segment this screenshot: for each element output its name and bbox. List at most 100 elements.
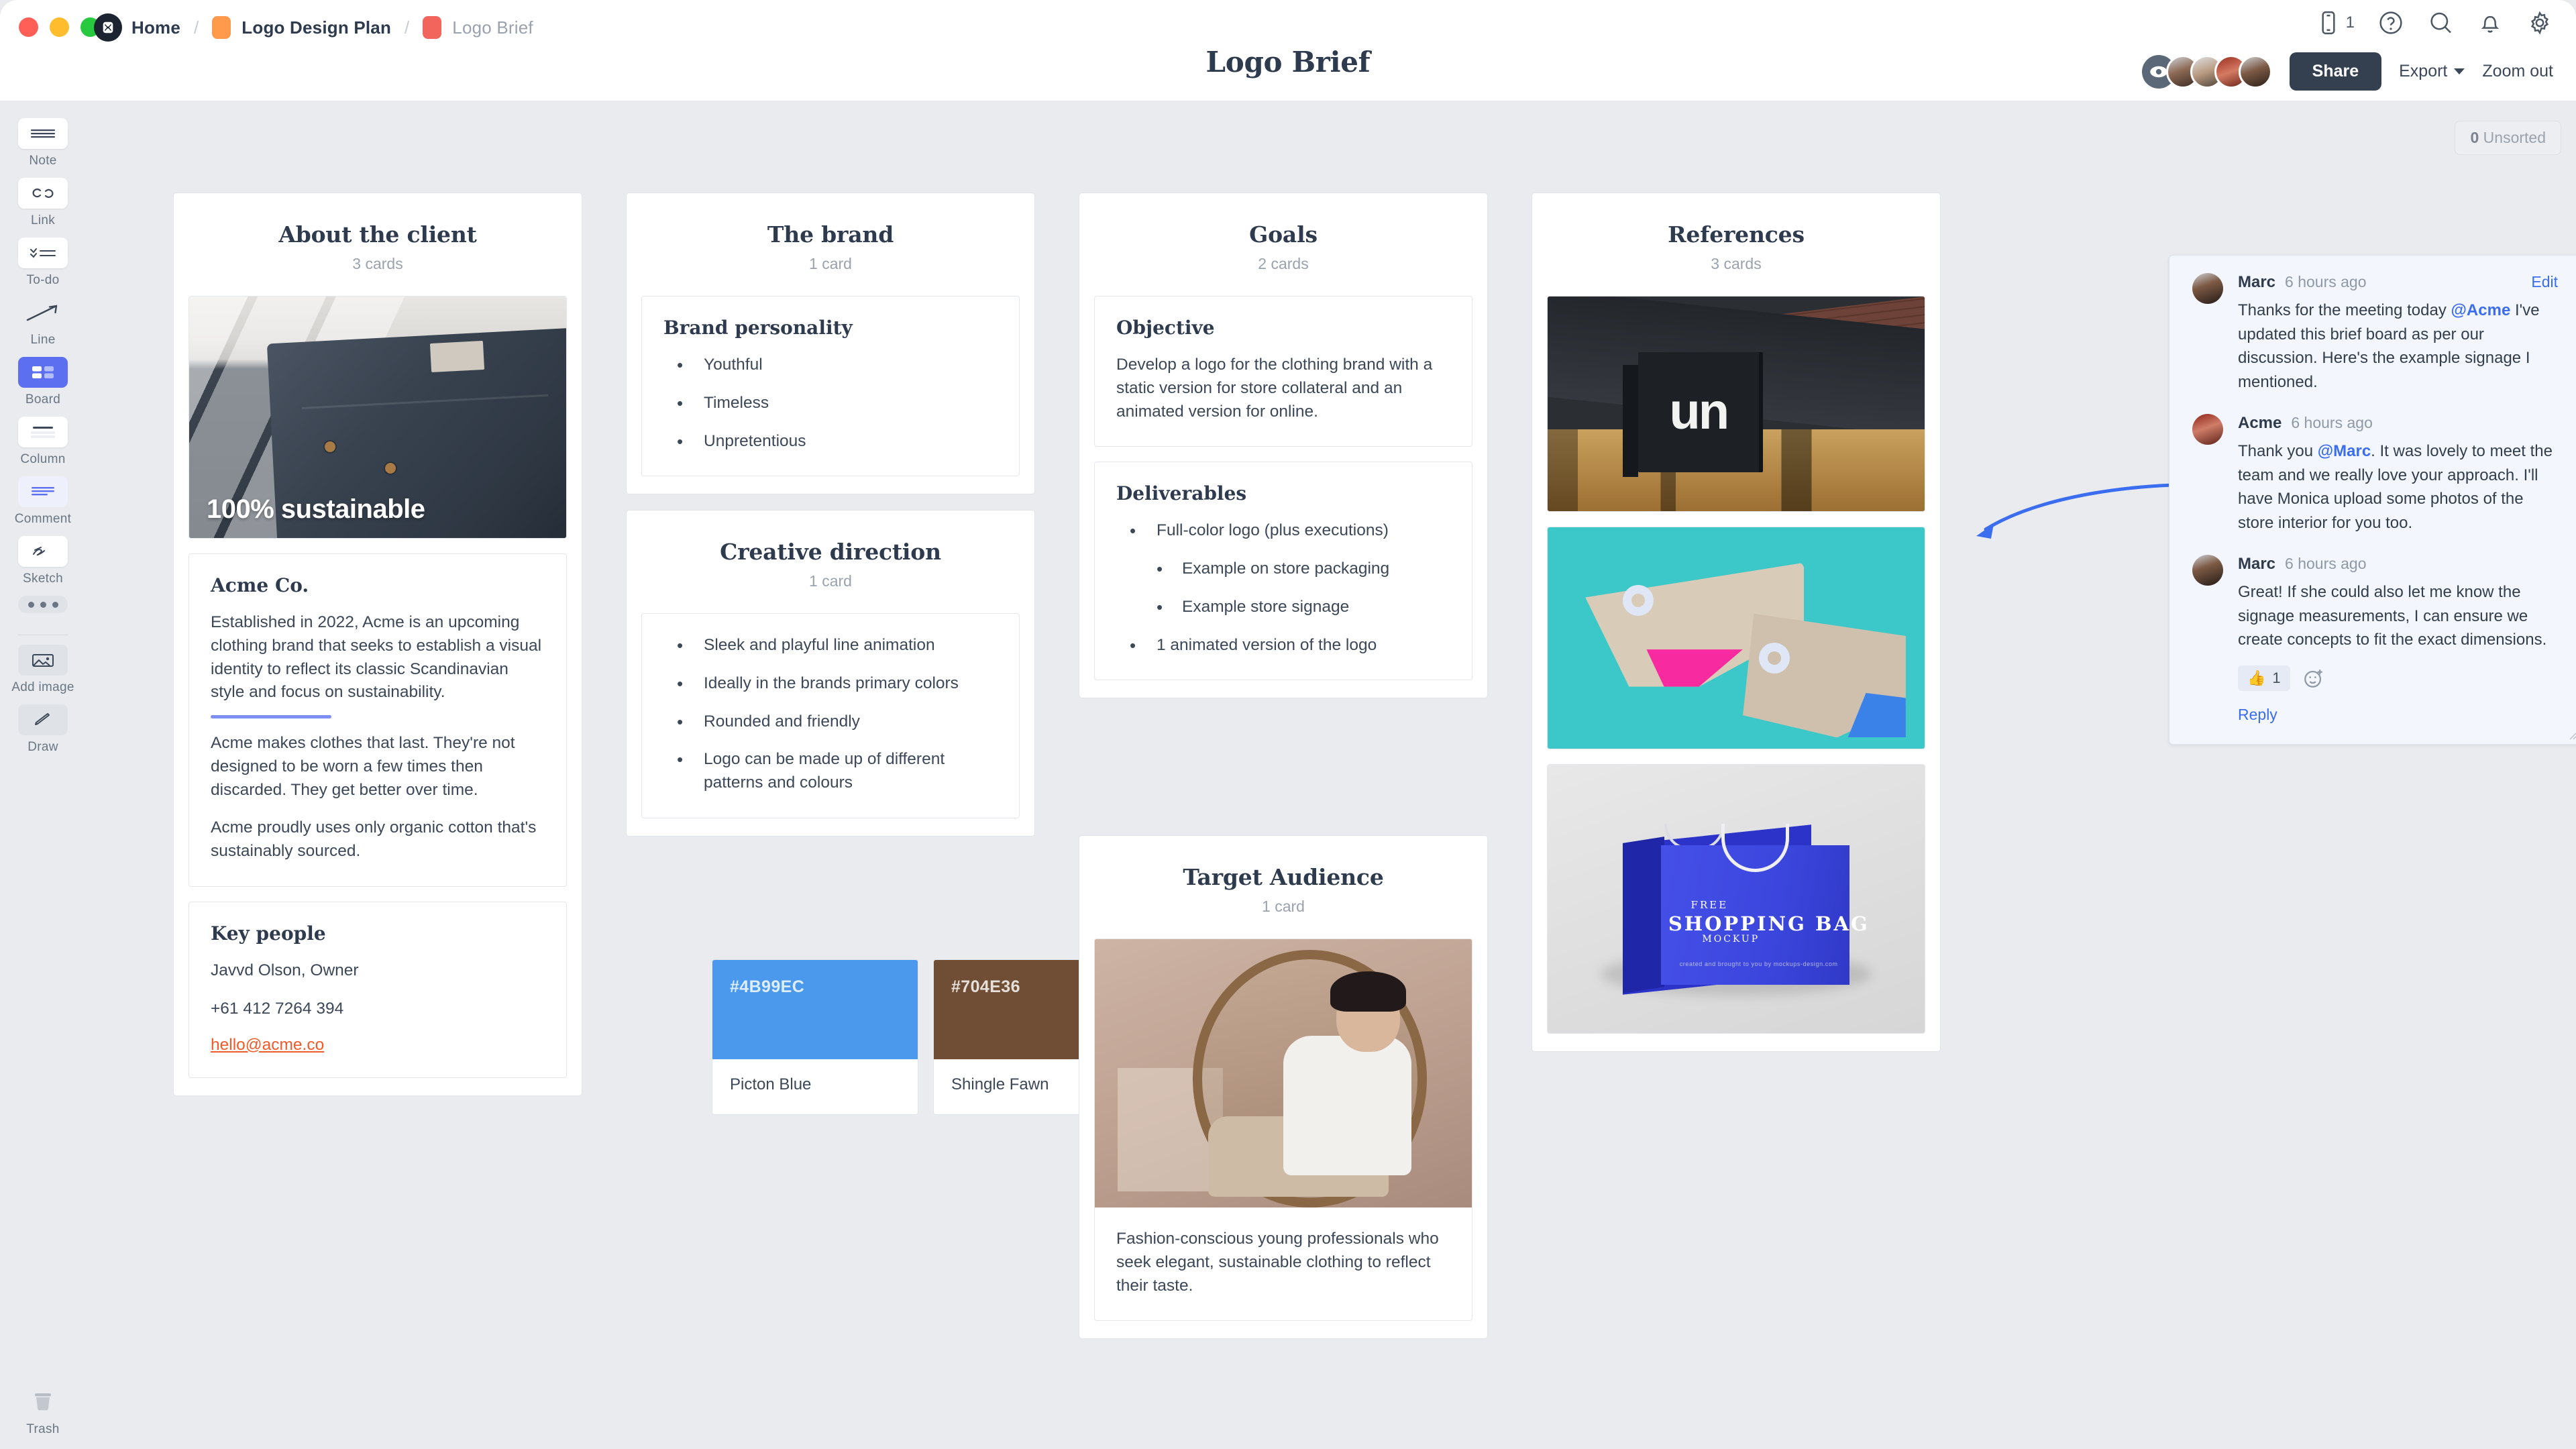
list-item: Logo can be made up of different pattern… xyxy=(669,747,998,795)
storefront-signage-photo: un xyxy=(1548,297,1925,511)
tool-comment[interactable]: Comment xyxy=(7,476,79,527)
column-target-audience[interactable]: Target Audience 1 card Fashion-conscious… xyxy=(1079,835,1488,1340)
card-deliverables[interactable]: Deliverables Full-color logo (plus execu… xyxy=(1094,462,1472,681)
help-icon[interactable] xyxy=(2377,9,2404,36)
card-acme-co[interactable]: Acme Co. Established in 2022, Acme is an… xyxy=(189,553,567,888)
card-objective[interactable]: Objective Develop a logo for the clothin… xyxy=(1094,296,1472,447)
tool-board[interactable]: Board xyxy=(7,357,79,407)
card-heading: Key people xyxy=(211,922,326,945)
comment-edit-link[interactable]: Edit xyxy=(2531,273,2558,291)
tool-more[interactable] xyxy=(7,596,79,613)
reaction-thumbs-up[interactable]: 👍 1 xyxy=(2238,665,2290,691)
tool-trash[interactable]: Trash xyxy=(0,1387,86,1437)
board-color-chip xyxy=(423,16,442,39)
line-icon xyxy=(18,297,68,328)
breadcrumb-project[interactable]: Logo Design Plan xyxy=(241,17,391,38)
mobile-device-count: 1 xyxy=(2345,13,2355,32)
app-logo-icon[interactable] xyxy=(94,13,122,42)
card-reference-tags[interactable] xyxy=(1547,527,1925,749)
comment-body: Great! If she could also let me know the… xyxy=(2238,583,2547,649)
card-heading: Objective xyxy=(1116,317,1215,339)
tool-column[interactable]: Column xyxy=(7,417,79,467)
comment-item[interactable]: Marc 6 hours ago Edit Thanks for the mee… xyxy=(2192,273,2558,394)
card-paragraph: Established in 2022, Acme is an upcoming… xyxy=(211,613,542,702)
board-canvas[interactable]: 0 Unsorted About the client 3 cards 100%… xyxy=(86,101,2576,1449)
list-item: Unpretentious xyxy=(669,429,998,454)
list-item: Rounded and friendly xyxy=(669,710,998,735)
card-heading: Acme Co. xyxy=(211,574,309,596)
color-swatch-row: #4B99EC Picton Blue #704E36 Shingle Fawn xyxy=(712,959,1140,1115)
breadcrumb-home[interactable]: Home xyxy=(131,17,180,38)
unsorted-count: 0 xyxy=(2470,129,2479,146)
column-creative-direction[interactable]: Creative direction 1 card Sleek and play… xyxy=(626,510,1035,837)
card-reference-signage[interactable]: un xyxy=(1547,296,1925,512)
tool-trash-label: Trash xyxy=(26,1422,60,1436)
mobile-icon[interactable] xyxy=(2315,9,2342,36)
comment-text-before: Thanks for the meeting today xyxy=(2238,301,2451,319)
collaborator-avatars[interactable] xyxy=(2141,54,2272,89)
comment-thread-panel[interactable]: Marc 6 hours ago Edit Thanks for the mee… xyxy=(2169,255,2576,745)
search-icon[interactable] xyxy=(2427,9,2454,36)
deliverables-sublist: Example on store packaging Example store… xyxy=(1116,557,1450,619)
share-button[interactable]: Share xyxy=(2289,52,2382,91)
audience-caption: Fashion-conscious young professionals wh… xyxy=(1116,1230,1439,1295)
comment-reactions: 👍 1 xyxy=(2238,665,2558,691)
column-about-the-client[interactable]: About the client 3 cards 100% sustainabl… xyxy=(173,193,582,1096)
settings-icon[interactable] xyxy=(2526,9,2553,36)
card-brand-personality[interactable]: Brand personality Youthful Timeless Unpr… xyxy=(641,296,1020,477)
close-window-button[interactable] xyxy=(19,17,38,37)
card-key-people[interactable]: Key people Javvd Olson, Owner +61 412 72… xyxy=(189,902,567,1078)
tool-comment-label: Comment xyxy=(14,512,72,526)
header-actions: Share Export Zoom out xyxy=(2141,52,2553,91)
column-references[interactable]: References 3 cards un FREE SHOPPING BAG … xyxy=(1532,193,1941,1052)
breadcrumb-current: Logo Brief xyxy=(452,17,533,38)
column-title: Goals xyxy=(1249,221,1318,248)
card-target-audience[interactable]: Fashion-conscious young professionals wh… xyxy=(1094,938,1472,1322)
swatch-card-picton-blue[interactable]: #4B99EC Picton Blue xyxy=(712,959,918,1115)
brand-personality-list: Youthful Timeless Unpretentious xyxy=(663,353,998,454)
tool-todo[interactable]: To-do xyxy=(7,237,79,288)
tool-draw[interactable]: Draw xyxy=(7,704,79,755)
card-reference-shopping-bag[interactable]: FREE SHOPPING BAG MOCKUP created and bro… xyxy=(1547,764,1925,1034)
shopping-bag-photo: FREE SHOPPING BAG MOCKUP created and bro… xyxy=(1548,765,1925,1033)
notifications-icon[interactable] xyxy=(2477,9,2504,36)
breadcrumb-project-group[interactable]: Logo Design Plan xyxy=(212,16,391,39)
key-person-email-link[interactable]: hello@acme.co xyxy=(211,1036,324,1054)
column-title: References xyxy=(1668,221,1805,248)
tool-line[interactable]: Line xyxy=(7,297,79,347)
board-icon xyxy=(18,357,68,388)
comment-timestamp: 6 hours ago xyxy=(2285,555,2367,573)
mention-marc[interactable]: @Marc xyxy=(2318,442,2371,460)
mobile-preview-control[interactable]: 1 xyxy=(2315,9,2355,36)
column-the-brand[interactable]: The brand 1 card Brand personality Youth… xyxy=(626,193,1035,495)
unsorted-badge[interactable]: 0 Unsorted xyxy=(2455,121,2561,155)
zoom-out-button[interactable]: Zoom out xyxy=(2482,62,2553,81)
tool-sketch[interactable]: Sketch xyxy=(7,536,79,586)
export-button[interactable]: Export xyxy=(2399,62,2465,81)
minimize-window-button[interactable] xyxy=(50,17,69,37)
tool-link[interactable]: Link xyxy=(7,178,79,228)
more-options-icon xyxy=(18,596,68,613)
comment-item[interactable]: Marc 6 hours ago Great! If she could als… xyxy=(2192,555,2558,724)
add-reaction-icon[interactable] xyxy=(2302,667,2325,690)
column-body: Brand personality Youthful Timeless Unpr… xyxy=(627,273,1034,494)
column-body: Fashion-conscious young professionals wh… xyxy=(1079,916,1487,1338)
bag-text-sub: MOCKUP xyxy=(1702,934,1760,945)
panel-resize-handle[interactable] xyxy=(2566,729,2576,740)
key-person-name: Javvd Olson, Owner xyxy=(211,961,359,980)
tool-line-label: Line xyxy=(30,333,56,347)
avatar xyxy=(2192,555,2223,586)
tool-add-image[interactable]: Add image xyxy=(7,645,79,695)
swatch-color-fill: #4B99EC xyxy=(712,960,918,1059)
comment-item[interactable]: Acme 6 hours ago Thank you @Marc. It was… xyxy=(2192,414,2558,535)
top-bar: Home / Logo Design Plan / Logo Brief Log… xyxy=(0,0,2576,101)
draw-pencil-icon xyxy=(18,704,68,735)
card-creative-direction[interactable]: Sleek and playful line animation Ideally… xyxy=(641,613,1020,818)
tool-note[interactable]: Note xyxy=(7,118,79,168)
avatar[interactable] xyxy=(2238,54,2272,89)
column-goals[interactable]: Goals 2 cards Objective Develop a logo f… xyxy=(1079,193,1488,699)
swatch-name-label: Picton Blue xyxy=(730,1075,812,1093)
mention-acme[interactable]: @Acme xyxy=(2451,301,2511,319)
card-client-image[interactable]: 100% sustainable xyxy=(189,296,567,539)
comment-reply-link[interactable]: Reply xyxy=(2238,706,2277,724)
